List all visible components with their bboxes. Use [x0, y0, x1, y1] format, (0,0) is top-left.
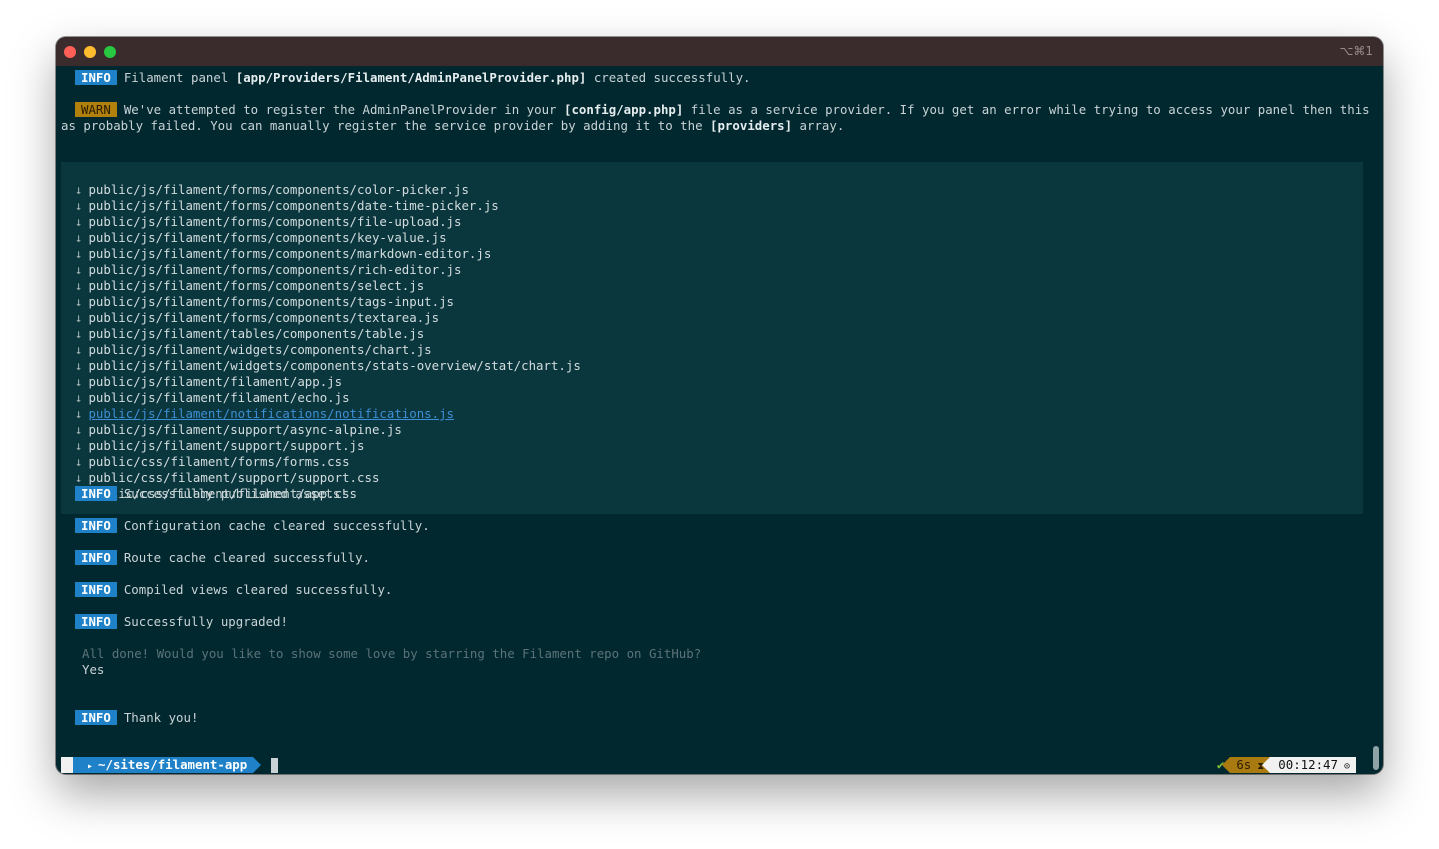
- file-item: ↓ public/js/filament/filament/app.js: [75, 374, 343, 389]
- download-arrow-icon: ↓: [75, 342, 83, 357]
- file-link[interactable]: public/js/filament/notifications/notific…: [88, 406, 454, 421]
- output-line-thanks: INFO Thank you!: [61, 710, 1373, 726]
- warn-badge: WARN: [75, 102, 117, 117]
- message-text: Configuration cache cleared successfully…: [123, 518, 430, 533]
- time-value: 00:12:47: [1278, 757, 1338, 772]
- download-arrow-icon: ↓: [75, 438, 83, 453]
- file-item: ↓ public/css/filament/support/support.css: [75, 470, 380, 485]
- message-text: array.: [792, 118, 845, 133]
- message-text: created successfully.: [586, 70, 751, 85]
- terminal-window[interactable]: ⌥⌘1 INFO Filament panel [app/Providers/Fi…: [56, 37, 1383, 774]
- file-item: ↓ public/js/filament/forms/components/mar…: [75, 246, 492, 261]
- file-item: ↓ public/js/filament/widgets/components/s…: [75, 358, 581, 373]
- download-arrow-icon: ↓: [75, 470, 83, 485]
- download-arrow-icon: ↓: [75, 454, 83, 469]
- info-badge: INFO: [75, 710, 117, 725]
- download-arrow-icon: ↓: [75, 358, 83, 373]
- message-text: Route cache cleared successfully.: [123, 550, 371, 565]
- output-line-panel-created: INFO Filament panel [app/Providers/Filame…: [61, 70, 1373, 86]
- scrollbar-thumb[interactable]: [1373, 746, 1379, 770]
- download-arrow-icon: ↓: [75, 310, 83, 325]
- message-text: Compiled views cleared successfully.: [123, 582, 393, 597]
- terminal-output[interactable]: INFO Filament panel [app/Providers/Filame…: [56, 66, 1383, 774]
- prompt-question: All done! Would you like to show some lo…: [82, 646, 702, 661]
- output-line-published: INFO Successfully published assets!: [61, 486, 1373, 502]
- file-item-link[interactable]: ↓ public/js/filament/notifications/notifi…: [75, 406, 454, 422]
- download-arrow-icon: ↓: [75, 374, 83, 389]
- file-item: ↓ public/js/filament/forms/components/tag…: [75, 294, 454, 309]
- output-line-warn-2: as probably failed. You can manually reg…: [61, 118, 1373, 134]
- title-bar[interactable]: ⌥⌘1: [56, 37, 1383, 66]
- minimize-window-button[interactable]: [84, 46, 96, 58]
- file-item: ↓ public/js/filament/forms/components/fil…: [75, 214, 462, 229]
- info-badge: INFO: [75, 70, 117, 85]
- file-item: ↓ public/js/filament/forms/components/key…: [75, 230, 447, 245]
- output-line-warn-1: WARN We've attempted to register the Admi…: [61, 102, 1373, 118]
- info-badge: INFO: [75, 614, 117, 629]
- file-item: ↓ public/js/filament/forms/components/col…: [75, 182, 469, 197]
- clock-icon: ⊙: [1343, 761, 1350, 772]
- prompt-answer: Yes: [82, 662, 105, 677]
- message-text: Filament panel: [123, 70, 236, 85]
- text-cursor[interactable]: [271, 757, 279, 773]
- file-item: ↓ public/js/filament/widgets/components/c…: [75, 342, 432, 357]
- file-item: ↓ public/js/filament/forms/components/tex…: [75, 310, 440, 325]
- close-window-button[interactable]: [64, 46, 76, 58]
- message-text: file as a service provider. If you get a…: [683, 102, 1373, 117]
- published-files-list: ↓ public/js/filament/forms/components/col…: [61, 162, 1363, 514]
- output-line-route-cache: INFO Route cache cleared successfully.: [61, 550, 1373, 566]
- output-line-upgraded: INFO Successfully upgraded!: [61, 614, 1373, 630]
- message-path: [config/app.php]: [563, 102, 684, 117]
- download-arrow-icon: ↓: [75, 182, 83, 197]
- file-item: ↓ public/js/filament/support/support.js: [75, 438, 365, 453]
- download-arrow-icon: ↓: [75, 390, 83, 405]
- message-text: We've attempted to register the AdminPan…: [123, 102, 564, 117]
- clock-time: 00:12:47 ⊙: [1262, 757, 1356, 773]
- file-item: ↓ public/js/filament/tables/components/ta…: [75, 326, 425, 341]
- window-shortcut: ⌥⌘1: [1339, 44, 1373, 58]
- apple-icon: [61, 757, 81, 773]
- file-item: ↓ public/js/filament/support/async-alpine…: [75, 422, 402, 437]
- info-badge: INFO: [75, 486, 117, 501]
- download-arrow-icon: ↓: [75, 326, 83, 341]
- current-directory: ▸ ~/sites/filament-app: [73, 757, 262, 773]
- info-badge: INFO: [75, 518, 117, 533]
- download-arrow-icon: ↓: [75, 262, 83, 277]
- file-item: ↓ public/js/filament/forms/components/dat…: [75, 198, 499, 213]
- download-arrow-icon: ↓: [75, 406, 83, 421]
- download-arrow-icon: ↓: [75, 230, 83, 245]
- download-arrow-icon: ↓: [75, 198, 83, 213]
- directory-path: ~/sites/filament-app: [98, 757, 248, 772]
- file-item: ↓ public/css/filament/forms/forms.css: [75, 454, 350, 469]
- message-path: [providers]: [710, 118, 793, 133]
- message-text: Successfully upgraded!: [123, 614, 288, 629]
- message-text: Thank you!: [123, 710, 199, 725]
- shell-prompt[interactable]: ▸ ~/sites/filament-app: [61, 757, 279, 773]
- file-item: ↓ public/js/filament/filament/echo.js: [75, 390, 350, 405]
- right-prompt: ✔ 6s ⧗ 00:12:47 ⊙: [1207, 757, 1356, 773]
- message-text: Successfully published assets!: [123, 486, 348, 501]
- file-item: ↓ public/js/filament/forms/components/sel…: [75, 278, 425, 293]
- message-text: as probably failed. You can manually reg…: [61, 118, 711, 133]
- output-line-config-cache: INFO Configuration cache cleared successf…: [61, 518, 1373, 534]
- info-badge: INFO: [75, 582, 117, 597]
- message-path: [app/Providers/Filament/AdminPanelProvid…: [235, 70, 587, 85]
- file-item: ↓ public/js/filament/forms/components/ric…: [75, 262, 462, 277]
- maximize-window-button[interactable]: [104, 46, 116, 58]
- output-line-views: INFO Compiled views cleared successfully.: [61, 582, 1373, 598]
- download-arrow-icon: ↓: [75, 422, 83, 437]
- download-arrow-icon: ↓: [75, 246, 83, 261]
- folder-icon: ▸: [87, 761, 94, 772]
- info-badge: INFO: [75, 550, 117, 565]
- download-arrow-icon: ↓: [75, 278, 83, 293]
- download-arrow-icon: ↓: [75, 294, 83, 309]
- duration-value: 6s: [1236, 757, 1252, 772]
- download-arrow-icon: ↓: [75, 214, 83, 229]
